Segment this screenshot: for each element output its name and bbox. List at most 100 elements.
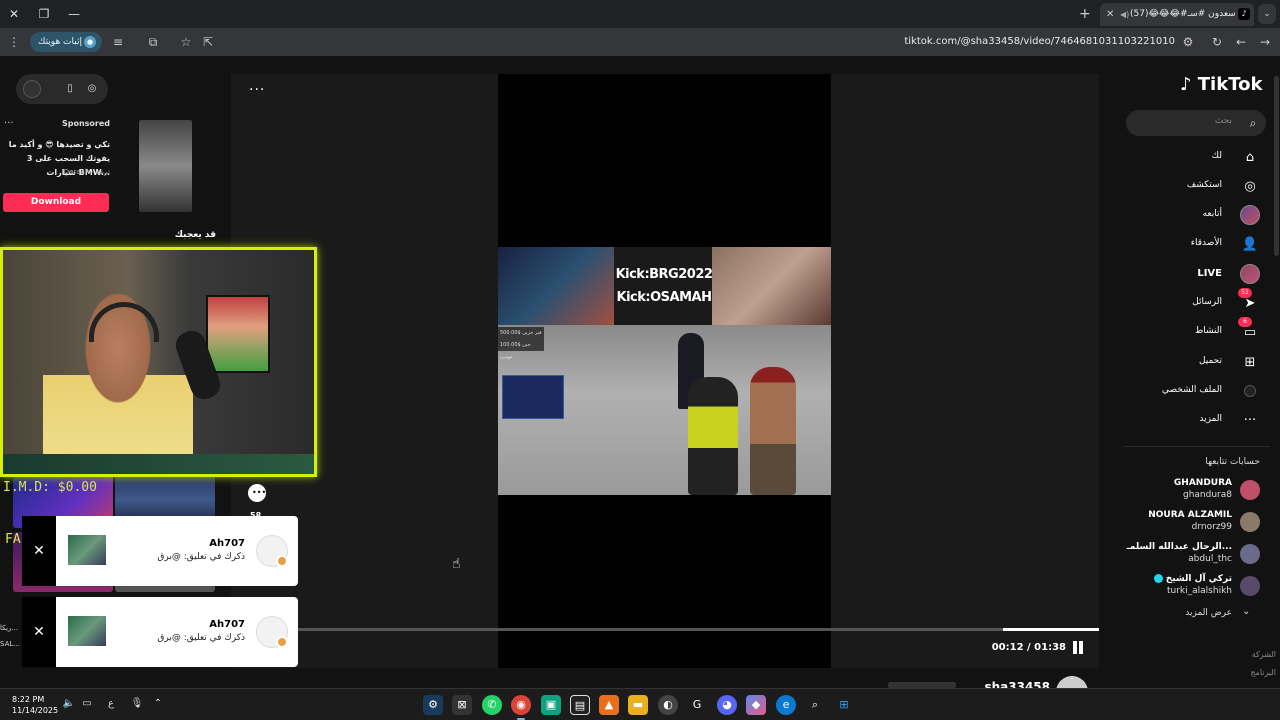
extensions-icon[interactable]: ⧉ [143, 32, 163, 52]
video-stage[interactable]: ··· Kick:BRG2022 Kick:OSAMAH 500.00$ قيز… [231, 74, 1099, 668]
site-settings-icon[interactable]: ⚙ [1178, 32, 1198, 52]
following-name: NOURA ALZAMIL [1148, 510, 1232, 520]
tab-list-icon[interactable]: ⌄ [1258, 4, 1276, 24]
tiktok-logo[interactable]: ♪ TikTok [1180, 74, 1262, 95]
app-box-icon[interactable]: ▤ [570, 695, 590, 715]
close-icon[interactable]: ✕ [22, 516, 56, 586]
show-more-link[interactable]: عرض المزيد [1150, 608, 1232, 618]
video-stream-cam-left [498, 247, 614, 325]
chevron-up-icon[interactable]: ⌃ [151, 697, 165, 711]
sidebar-item-explore[interactable]: استكشف ◎ [1110, 175, 1270, 199]
explore-compass-icon[interactable]: ◎ [84, 81, 100, 97]
menu-kebab-icon[interactable]: ⋮ [4, 32, 24, 52]
file-explorer-icon[interactable]: ▬ [628, 695, 648, 715]
app-g-icon[interactable]: G [687, 695, 707, 715]
sidebar-item-upload[interactable]: تحميل ⊞ [1110, 351, 1270, 375]
sidebar-item-friends[interactable]: الأصدقاء 👤 [1110, 233, 1270, 257]
tab-close-icon[interactable]: ✕ [1106, 3, 1114, 26]
avatar [1240, 576, 1260, 596]
sidebar-item-for-you[interactable]: لك ⌂ [1110, 146, 1270, 170]
microphone-icon[interactable]: 🎙 [130, 697, 144, 711]
install-app-icon[interactable]: ⇱ [198, 32, 218, 52]
tiktok-page: ▯ ◎ ··· Sponsored تكي و تصيدها 😎 و أكيد … [0, 56, 1280, 688]
chevron-down-icon[interactable]: ⌄ [1242, 606, 1250, 617]
sidebar-item-label: النشاط [1194, 326, 1222, 336]
ad-more-icon[interactable]: ··· [4, 118, 14, 129]
reload-icon[interactable]: ↻ [1207, 32, 1227, 52]
reading-list-icon[interactable]: ≡ [108, 32, 128, 52]
tab-title: (57)😂😂😂#سعدون #سـ [1130, 9, 1236, 19]
input-language[interactable]: ع [104, 697, 118, 711]
following-name-text: تركي آل الشيخ [1165, 574, 1232, 584]
sidebar-item-label: المزيد [1199, 414, 1222, 424]
app-round-icon[interactable]: ◐ [658, 695, 678, 715]
video-player[interactable]: Kick:BRG2022 Kick:OSAMAH 500.00$ قيز جزي… [498, 247, 831, 495]
tab-audio-icon[interactable]: ◀) [1120, 3, 1129, 26]
app-green-icon[interactable]: ▣ [541, 695, 561, 715]
app-placeholder-icon[interactable]: ⊠ [452, 695, 472, 715]
back-arrow-icon[interactable]: ← [1231, 32, 1251, 52]
video-author[interactable]: sha33458 [960, 680, 1050, 688]
avatar [1240, 512, 1260, 532]
mini-avatar-icon[interactable] [23, 80, 41, 98]
sidebar-item-profile[interactable]: الملف الشخصي [1110, 380, 1270, 404]
window-restore-icon[interactable]: ❐ [34, 4, 54, 24]
footer-link[interactable]: الشركة [1210, 650, 1276, 659]
tray-clock[interactable]: 8:22 PM 11/14/2025 [12, 694, 58, 716]
chrome-icon[interactable]: ◉ [511, 695, 531, 715]
pause-icon[interactable] [1070, 640, 1086, 656]
window-close-icon[interactable]: ✕ [4, 4, 24, 24]
following-handle: abdul_thc [1188, 554, 1232, 564]
forward-arrow-icon[interactable]: → [1255, 32, 1275, 52]
tiktok-favicon-icon: ♪ [1238, 8, 1250, 20]
sidebar-item-more[interactable]: المزيد ··· [1110, 409, 1270, 433]
steam-icon[interactable]: ⚙ [423, 695, 443, 715]
following-account[interactable]: الرحال عبدالله السلمـ... abdul_thc [1110, 540, 1270, 568]
network-icon[interactable]: ▭ [80, 697, 94, 711]
bookmark-star-icon[interactable]: ☆ [176, 32, 196, 52]
sidebar-right: ♪ TikTok بحث ⌕ لك ⌂ استكشف ◎ أتابعه الأص… [1110, 56, 1280, 688]
sidebar-item-messages[interactable]: الرسائل ➤ 51 [1110, 288, 1270, 316]
search-icon[interactable]: ⌕ [1244, 114, 1262, 132]
verify-identity-button[interactable]: إثبات هويتك ● [30, 32, 102, 52]
mobile-view-icon[interactable]: ▯ [62, 81, 78, 97]
notification-toast[interactable]: ✕ Ah707 ذكرك في تعليق: @برق [22, 516, 298, 586]
search-input[interactable]: بحث ⌕ [1126, 110, 1266, 136]
notification-toast[interactable]: ✕ Ah707 ذكرك في تعليق: @برق [22, 597, 298, 667]
address-bar[interactable]: tiktok.com/@sha33458/video/7464681031103… [900, 32, 1175, 52]
following-handle: ghandura8 [1183, 490, 1232, 500]
new-tab-icon[interactable]: + [1079, 4, 1093, 24]
ad-thumbnail[interactable] [139, 120, 192, 212]
sidebar-item-live[interactable]: LIVE [1110, 263, 1270, 287]
following-account[interactable]: تركي آل الشيخ turki_alalshikh [1110, 572, 1270, 600]
author-avatar[interactable] [1056, 676, 1088, 688]
following-account[interactable]: GHANDURA ghandura8 [1110, 476, 1270, 504]
windows-start-icon[interactable]: ⊞ [834, 695, 854, 715]
edge-icon[interactable]: e [776, 695, 796, 715]
window-minimize-icon[interactable]: — [64, 4, 84, 24]
search-placeholder: بحث [1214, 116, 1232, 126]
video-progress-bar[interactable] [298, 628, 1099, 631]
webcam-bottom-strip [3, 454, 314, 474]
search-icon[interactable]: ⌕ [805, 695, 825, 715]
footer-link[interactable]: البرنامج [1210, 668, 1276, 677]
following-account[interactable]: NOURA ALZAMIL drnorz99 [1110, 508, 1270, 536]
app-orange-icon[interactable]: ▲ [599, 695, 619, 715]
whatsapp-icon[interactable]: ✆ [482, 695, 502, 715]
tiktok-logo-text: TikTok [1197, 74, 1263, 95]
video-money-hud: 500.00$ قيز جزين 100.00$ جبن مهوين [498, 327, 544, 360]
page-scrollbar[interactable] [1274, 76, 1279, 256]
money-line-1: 500.00$ قيز جزين [500, 330, 542, 336]
home-icon: ⌂ [1245, 150, 1255, 165]
volume-icon[interactable]: 🔈 [62, 697, 76, 711]
discord-icon[interactable]: ◕ [717, 695, 737, 715]
close-icon[interactable]: ✕ [22, 597, 56, 667]
ad-download-button[interactable]: Download [3, 193, 109, 212]
sidebar-item-following[interactable]: أتابعه [1110, 204, 1270, 228]
video-more-icon[interactable]: ··· [249, 82, 265, 98]
copilot-icon[interactable]: ◆ [746, 695, 766, 715]
browser-tab[interactable]: ✕ ◀) (57)😂😂😂#سعدون #سـ ♪ [1100, 3, 1254, 26]
comment-dots-icon: ••• [252, 488, 267, 497]
sidebar-item-activity[interactable]: النشاط ▭ 6 [1110, 317, 1270, 345]
video-figure [688, 377, 738, 495]
